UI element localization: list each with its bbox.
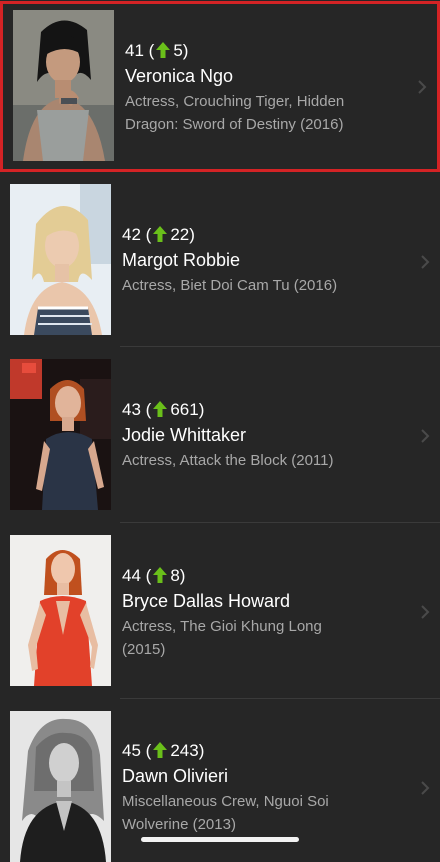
rank-line: 43 (661)	[122, 399, 392, 423]
rank-number: 42	[122, 225, 141, 244]
headshot-jodie-whittaker	[10, 359, 111, 510]
paren: (	[148, 41, 155, 60]
paren: (	[145, 741, 152, 760]
row-divider	[120, 522, 440, 523]
headshot-dawn-olivieri	[10, 711, 111, 862]
rank-line: 45 (243)	[122, 740, 392, 764]
chevron-right-icon	[420, 254, 430, 270]
row-divider	[120, 346, 440, 347]
chevron-right-icon	[420, 780, 430, 796]
rank-change: 8)	[170, 566, 186, 585]
rank-change: 243)	[170, 741, 205, 760]
paren: (	[145, 225, 152, 244]
rank-number: 43	[122, 400, 141, 419]
arrow-up-icon	[153, 401, 167, 423]
person-description: Miscellaneous Crew, Nguoi Soi Wolverine …	[122, 793, 329, 833]
chevron-right-icon	[420, 428, 430, 444]
arrow-up-icon	[153, 567, 167, 589]
headshot-margot-robbie	[10, 184, 111, 335]
rank-change: 5)	[173, 41, 189, 60]
rank-line: 42 (22)	[122, 224, 392, 248]
list-item[interactable]: 44 (8) Bryce Dallas Howard Actress, The …	[0, 524, 440, 699]
headshot-veronica-ngo	[13, 10, 114, 161]
person-name: Margot Robbie	[122, 250, 241, 270]
rank-change: 661)	[170, 400, 205, 419]
row-divider	[120, 698, 440, 699]
arrow-up-icon	[156, 42, 170, 64]
rank-number: 45	[122, 741, 141, 760]
chevron-right-icon	[417, 79, 427, 95]
person-description: Actress, The Gioi Khung Long (2015)	[122, 618, 322, 658]
list-item[interactable]: 42 (22) Margot Robbie Actress, Biet Doi …	[0, 174, 440, 347]
list-item[interactable]: 43 (661) Jodie Whittaker Actress, Attack…	[0, 348, 440, 523]
list-item[interactable]: 41 (5) Veronica Ngo Actress, Crouching T…	[0, 1, 440, 172]
person-name: Jodie Whittaker	[122, 425, 247, 445]
paren: (	[145, 400, 152, 419]
person-description: Actress, Biet Doi Cam Tu (2016)	[122, 277, 338, 294]
person-description: Actress, Attack the Block (2011)	[122, 452, 334, 469]
person-name: Bryce Dallas Howard	[122, 591, 291, 611]
home-indicator[interactable]	[141, 837, 299, 842]
arrow-up-icon	[153, 226, 167, 248]
rank-line: 44 (8)	[122, 565, 392, 589]
rank-change: 22)	[170, 225, 195, 244]
rank-number: 41	[125, 41, 144, 60]
list-item[interactable]: 45 (243) Dawn Olivieri Miscellaneous Cre…	[0, 700, 440, 862]
arrow-up-icon	[153, 742, 167, 764]
rank-line: 41 (5)	[125, 40, 395, 64]
headshot-bryce-dallas-howard	[10, 535, 111, 686]
person-name: Dawn Olivieri	[122, 766, 229, 786]
chevron-right-icon	[420, 604, 430, 620]
person-description: Actress, Crouching Tiger, Hidden Dragon:…	[125, 93, 345, 133]
rank-number: 44	[122, 566, 141, 585]
person-name: Veronica Ngo	[125, 66, 234, 86]
paren: (	[145, 566, 152, 585]
